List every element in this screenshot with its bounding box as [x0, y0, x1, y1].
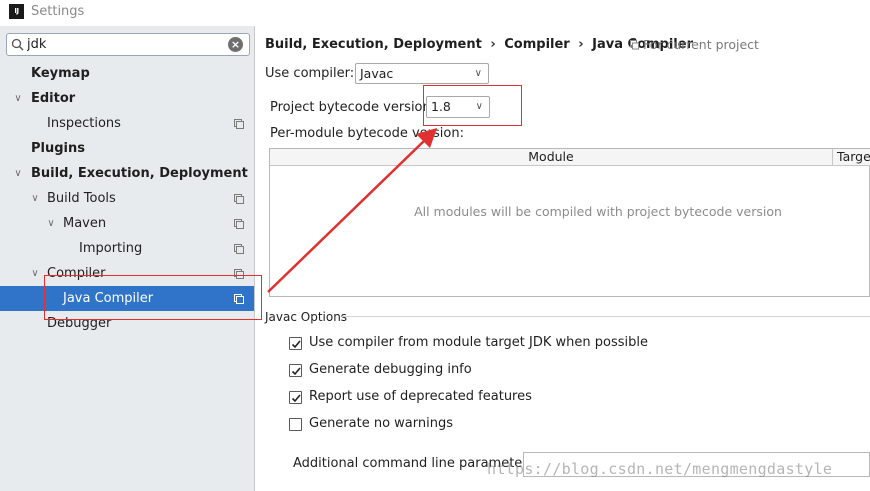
annotation-arrow: [267, 128, 437, 293]
watermark: https://blog.csdn.net/mengmengdastyle: [487, 460, 833, 478]
